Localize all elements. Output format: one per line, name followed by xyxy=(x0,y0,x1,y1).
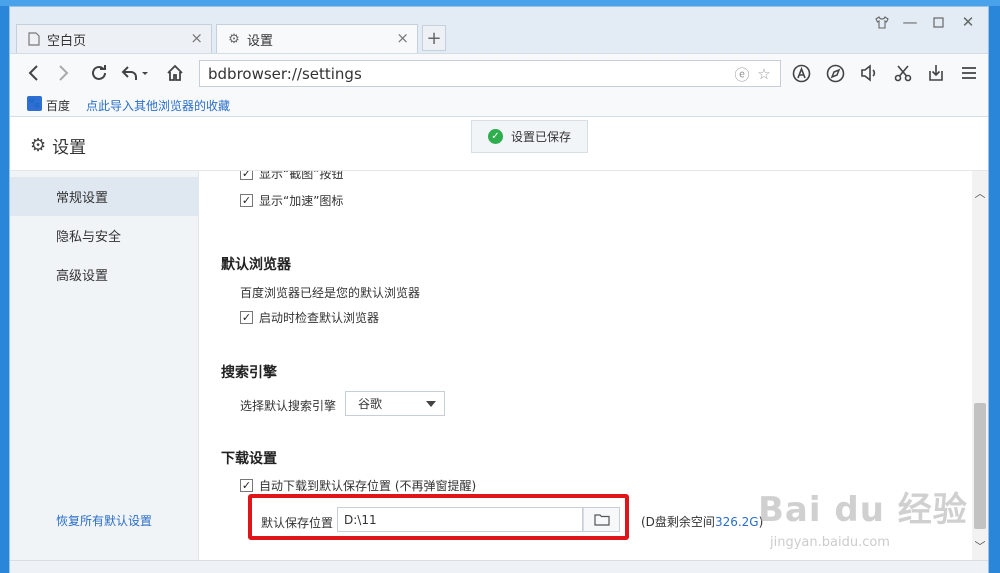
save-path-input[interactable]: D:\11 xyxy=(337,507,583,532)
save-path-label: 默认保存位置 xyxy=(261,516,334,530)
bottom-strip xyxy=(10,560,988,573)
checkbox-label: 启动时检查默认浏览器 xyxy=(259,311,380,325)
sidebar-item-label: 隐私与安全 xyxy=(56,230,122,245)
chevron-down-icon xyxy=(426,401,436,407)
sidebar-item-label: 常规设置 xyxy=(56,191,109,206)
address-text: bdbrowser://settings xyxy=(208,64,362,83)
page-title: ⚙ 设置 xyxy=(30,133,86,158)
checkbox-checked[interactable]: ✓ xyxy=(240,311,253,324)
watermark-url: jingyan.baidu.com xyxy=(770,535,890,550)
sidebar-item-general[interactable]: 常规设置 xyxy=(10,177,199,216)
section-title-search: 搜索引擎 xyxy=(221,365,277,381)
search-engine-select[interactable]: 谷歌 xyxy=(345,391,445,416)
gear-icon: ⚙ xyxy=(30,135,47,156)
address-bar[interactable]: bdbrowser://settings ⓔ ☆ xyxy=(199,60,781,87)
folder-icon xyxy=(593,514,610,526)
settings-sidebar: 常规设置 隐私与安全 高级设置 恢复所有默认设置 xyxy=(10,171,199,560)
undo-close-tab-icon[interactable] xyxy=(118,60,152,86)
show-screenshot-checkbox[interactable]: ✓ 显示“截图”按钮 xyxy=(240,171,343,182)
chevron-up-icon[interactable]: ︿ xyxy=(972,185,988,201)
compass-icon[interactable] xyxy=(822,60,848,86)
skin-icon[interactable] xyxy=(870,12,894,32)
baidu-paw-icon: 🐾 xyxy=(27,96,42,111)
saved-toast: ✓ 设置已保存 xyxy=(471,120,588,153)
checkbox-checked[interactable]: ✓ xyxy=(240,171,253,180)
page-icon xyxy=(27,32,41,46)
close-window-icon[interactable]: ✕ xyxy=(956,12,980,32)
back-icon[interactable] xyxy=(20,60,46,86)
settings-header: ⚙ 设置 ✓ 设置已保存 xyxy=(10,117,988,171)
browse-folder-button[interactable] xyxy=(583,507,620,532)
auto-download-checkbox[interactable]: ✓ 自动下载到默认保存位置 (不再弹窗提醒) xyxy=(240,477,476,494)
scrollbar-thumb[interactable] xyxy=(974,403,986,529)
default-browser-status: 百度浏览器已经是您的默认浏览器 xyxy=(240,286,421,300)
close-icon[interactable]: × xyxy=(190,31,203,46)
refresh-icon[interactable] xyxy=(86,60,112,86)
toast-text: 设置已保存 xyxy=(511,130,572,144)
section-title-download: 下载设置 xyxy=(221,451,277,467)
bookmark-baidu[interactable]: 百度 xyxy=(46,97,70,114)
screenshot-scissors-icon[interactable] xyxy=(890,60,916,86)
checkbox-checked[interactable]: ✓ xyxy=(240,194,253,207)
baidu-jingyan-watermark: Bai du 经验 xyxy=(758,490,968,530)
minimize-icon[interactable]: — xyxy=(898,12,922,32)
maximize-icon[interactable] xyxy=(926,12,950,32)
menu-icon[interactable] xyxy=(956,60,982,86)
checkbox-label: 显示“截图”按钮 xyxy=(259,171,344,181)
close-icon[interactable]: × xyxy=(396,31,409,46)
gear-icon: ⚙ xyxy=(228,31,240,47)
select-value: 谷歌 xyxy=(358,397,383,411)
save-path-value: D:\11 xyxy=(344,512,377,527)
page-title-text: 设置 xyxy=(52,138,87,158)
show-speedup-checkbox[interactable]: ✓ 显示“加速”图标 xyxy=(240,192,343,209)
sidebar-item-privacy[interactable]: 隐私与安全 xyxy=(10,216,199,255)
sidebar-item-advanced[interactable]: 高级设置 xyxy=(10,255,199,294)
checkbox-label: 显示“加速”图标 xyxy=(259,194,344,208)
check-circle-icon: ✓ xyxy=(488,129,503,144)
checkbox-label: 自动下载到默认保存位置 (不再弹窗提醒) xyxy=(259,479,477,493)
bookmarks-bar: 🐾 百度 点此导入其他浏览器的收藏 xyxy=(10,91,988,117)
home-icon[interactable] xyxy=(162,60,188,86)
vertical-scrollbar[interactable]: ︿ ﹀ xyxy=(972,171,988,560)
tab-label: 设置 xyxy=(247,33,274,49)
download-icon[interactable] xyxy=(923,60,949,86)
new-tab-button[interactable]: + xyxy=(422,25,446,51)
chevron-down-icon[interactable]: ﹀ xyxy=(972,538,988,554)
check-default-on-start-checkbox[interactable]: ✓ 启动时检查默认浏览器 xyxy=(240,309,379,326)
tab-bar: 空白页 × ⚙ 设置 × + — ✕ xyxy=(10,7,988,53)
checkbox-checked[interactable]: ✓ xyxy=(240,479,253,492)
adblock-icon[interactable] xyxy=(788,60,814,86)
free-space-prefix: (D盘剩余空间 xyxy=(641,515,715,529)
star-icon[interactable]: ☆ xyxy=(754,64,774,84)
free-space-text: (D盘剩余空间326.2G) xyxy=(641,513,763,530)
navigation-toolbar: bdbrowser://settings ⓔ ☆ xyxy=(10,53,988,91)
free-space-value: 326.2G xyxy=(714,515,759,529)
ie-mode-icon[interactable]: ⓔ xyxy=(732,64,752,84)
search-engine-label: 选择默认搜索引擎 xyxy=(240,399,337,413)
section-title-default-browser: 默认浏览器 xyxy=(221,257,291,273)
sound-icon[interactable] xyxy=(856,60,882,86)
import-bookmarks-link[interactable]: 点此导入其他浏览器的收藏 xyxy=(86,97,230,114)
restore-defaults-link[interactable]: 恢复所有默认设置 xyxy=(56,512,152,529)
tab-blank[interactable]: 空白页 × xyxy=(16,24,212,53)
tab-settings[interactable]: ⚙ 设置 × xyxy=(216,24,418,53)
tab-label: 空白页 xyxy=(47,33,87,49)
sidebar-item-label: 高级设置 xyxy=(56,269,109,284)
forward-icon[interactable] xyxy=(51,60,77,86)
